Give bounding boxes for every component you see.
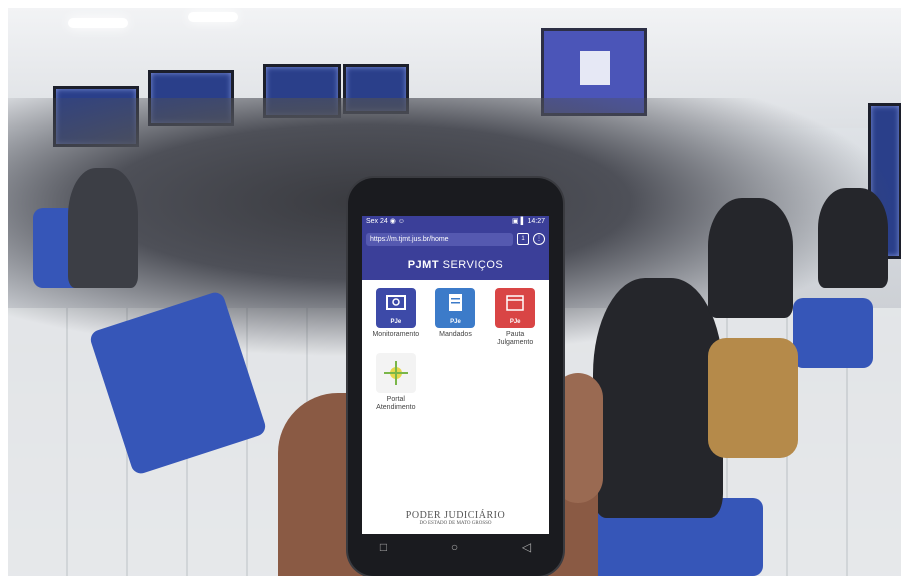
document-icon: PJe bbox=[435, 288, 476, 328]
pje-badge: PJe bbox=[509, 319, 521, 325]
footer-logo: PODER JUDICIÁRIO DO ESTADO DE MATO GROSS… bbox=[362, 510, 549, 526]
tile-portal-atendimento[interactable]: Portal Atendimento bbox=[368, 353, 424, 412]
back-icon[interactable]: ◁ bbox=[522, 540, 531, 554]
pje-badge: PJe bbox=[450, 319, 461, 325]
url-field[interactable]: https://m.tjmt.jus.br/home bbox=[366, 232, 513, 246]
header-brand: PJMT bbox=[407, 259, 440, 271]
person bbox=[708, 198, 793, 318]
tile-label: Portal Atendimento bbox=[376, 396, 416, 411]
smartphone: Sex 24 ◉ ☺ ▣ ▌ 14:27 https://m.tjmt.jus.… bbox=[348, 178, 563, 576]
footer-subtitle: DO ESTADO DE MATO GROSSO bbox=[419, 521, 492, 526]
app-header: PJMT SERVIÇOS bbox=[362, 250, 549, 280]
tile-label: Pauta Julgamento bbox=[497, 331, 534, 346]
qr-code bbox=[580, 51, 610, 85]
calendar-icon: PJe bbox=[495, 288, 536, 328]
monitor-icon: PJe bbox=[375, 288, 416, 328]
header-services: SERVIÇOS bbox=[439, 259, 504, 271]
photo: Sex 24 ◉ ☺ ▣ ▌ 14:27 https://m.tjmt.jus.… bbox=[8, 8, 901, 576]
chair bbox=[793, 298, 873, 368]
pje-badge: PJe bbox=[390, 319, 402, 325]
person bbox=[593, 278, 723, 518]
status-left: Sex 24 ◉ ☺ bbox=[366, 218, 405, 225]
android-navbar: □ ○ ◁ bbox=[348, 540, 563, 554]
person bbox=[68, 168, 138, 288]
tile-mandados[interactable]: PJe Mandados bbox=[428, 288, 484, 347]
tile-pauta-julgamento[interactable]: PJe Pauta Julgamento bbox=[487, 288, 543, 347]
ceiling-lamp bbox=[188, 12, 238, 22]
phone-screen: Sex 24 ◉ ☺ ▣ ▌ 14:27 https://m.tjmt.jus.… bbox=[362, 216, 549, 534]
tile-label: Mandados bbox=[439, 331, 472, 338]
services-grid: PJe Monitoramento PJe Mandados PJe Pauta… bbox=[362, 280, 549, 420]
recent-apps-icon[interactable]: □ bbox=[380, 540, 387, 554]
ceiling-lamp bbox=[68, 18, 128, 28]
status-right: ▣ ▌ 14:27 bbox=[512, 218, 545, 225]
browser-bar: https://m.tjmt.jus.br/home 1 ⋮ bbox=[362, 228, 549, 250]
compass-icon bbox=[375, 353, 416, 393]
home-icon[interactable]: ○ bbox=[451, 540, 458, 554]
tile-monitoramento[interactable]: PJe Monitoramento bbox=[368, 288, 424, 347]
handbag bbox=[708, 338, 798, 458]
menu-icon[interactable]: ⋮ bbox=[533, 233, 545, 245]
footer-title: PODER JUDICIÁRIO bbox=[405, 510, 506, 521]
tabs-icon[interactable]: 1 bbox=[517, 233, 529, 245]
tile-label: Monitoramento bbox=[372, 331, 420, 338]
person bbox=[818, 188, 888, 288]
status-bar: Sex 24 ◉ ☺ ▣ ▌ 14:27 bbox=[362, 216, 549, 228]
